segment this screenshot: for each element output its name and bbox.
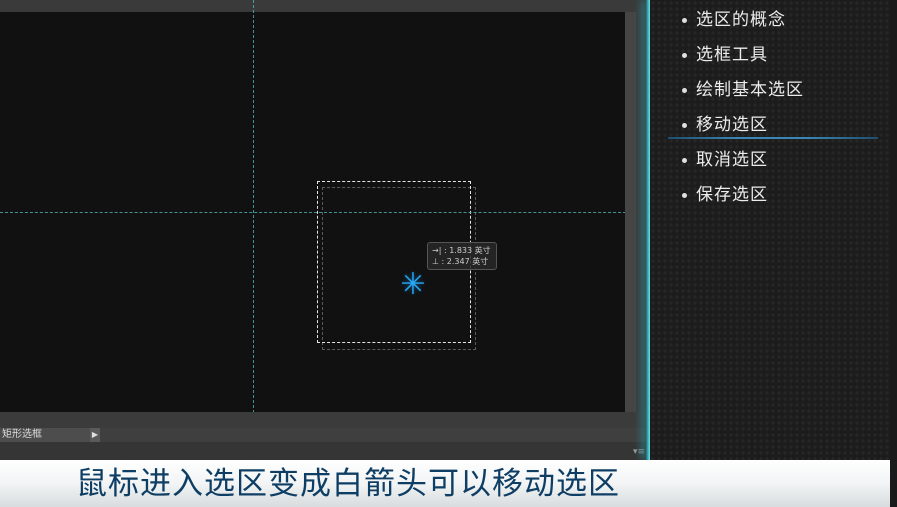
photoshop-workspace: ✳ →| : 1.833 英寸 ⊥ : 2.347 英寸 矩形选框 ▶ ▾≡ xyxy=(0,0,648,460)
bullet-icon xyxy=(682,157,687,163)
panel-bar xyxy=(0,442,648,460)
bullet-icon xyxy=(682,122,687,128)
active-item-underline xyxy=(668,137,878,139)
status-bar xyxy=(0,412,648,428)
readout-height: ⊥ : 2.347 英寸 xyxy=(432,257,489,266)
outline-item: 保存选区 xyxy=(682,181,804,216)
bullet-icon xyxy=(682,192,687,198)
vertical-guide[interactable] xyxy=(253,0,254,428)
readout-width: →| : 1.833 英寸 xyxy=(432,246,491,255)
panel-menu-icon[interactable]: ▾≡ xyxy=(633,447,645,457)
outline-item: 绘制基本选区 xyxy=(682,76,804,111)
outline-item: 选框工具 xyxy=(682,41,804,76)
lesson-outline-panel: 选区的概念 选框工具 绘制基本选区 移动选区 取消选区 保存选区 xyxy=(650,0,890,460)
bullet-icon xyxy=(682,87,687,93)
caption-edge xyxy=(890,460,897,507)
size-readout-tooltip: →| : 1.833 英寸 ⊥ : 2.347 英寸 xyxy=(427,242,497,270)
outline-list: 选区的概念 选框工具 绘制基本选区 移动选区 取消选区 保存选区 xyxy=(682,6,804,216)
bullet-icon xyxy=(682,52,687,58)
current-tool-field[interactable]: 矩形选框 xyxy=(0,428,90,442)
outline-item: 选区的概念 xyxy=(682,6,804,41)
vertical-scrollbar[interactable] xyxy=(625,12,636,412)
bullet-icon xyxy=(682,17,687,23)
right-edge xyxy=(890,0,897,460)
outline-item-active: 移动选区 xyxy=(682,111,804,146)
horizontal-guide[interactable] xyxy=(0,212,636,213)
play-right-icon[interactable]: ▶ xyxy=(90,428,100,442)
outline-item: 取消选区 xyxy=(682,146,804,181)
subtitle-text: 鼠标进入选区变成白箭头可以移动选区 xyxy=(76,466,620,502)
move-cursor-icon: ✳ xyxy=(400,267,426,302)
subtitle-band: 鼠标进入选区变成白箭头可以移动选区 xyxy=(0,460,890,507)
